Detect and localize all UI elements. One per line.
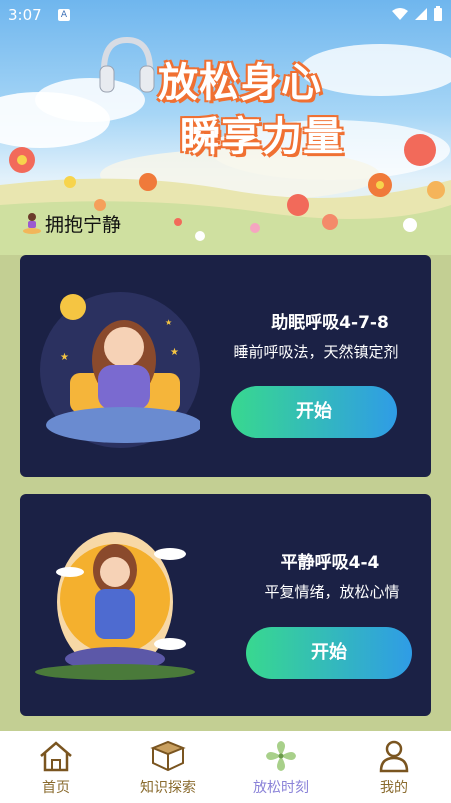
- wifi-icon: [392, 8, 408, 20]
- tab-knowledge[interactable]: 知识探索: [112, 731, 224, 803]
- tab-label: 放松时刻: [253, 780, 309, 796]
- section-header: 拥抱宁静: [22, 210, 121, 237]
- pinwheel-icon: [266, 741, 296, 771]
- book-icon: [150, 740, 186, 772]
- start-button[interactable]: 开始: [231, 386, 397, 438]
- card-subtitle: 平复情绪，放松心情: [264, 583, 400, 601]
- card-title: 平静呼吸4-4: [280, 553, 380, 573]
- breathing-card-478: ★ ★ ★ 助眠呼吸4-7-8 睡前呼吸法，天然镇定剂 开始: [20, 255, 431, 477]
- status-bar: 3:07 A: [0, 0, 451, 30]
- card-title: 助眠呼吸4-7-8: [271, 313, 389, 333]
- card-subtitle: 睡前呼吸法，天然镇定剂: [233, 343, 399, 361]
- sleeping-girl-illustration: ★ ★ ★: [40, 292, 200, 448]
- headphones-icon: [99, 36, 155, 93]
- section-label: 拥抱宁静: [45, 214, 122, 236]
- breathing-card-44: 平静呼吸4-4 平复情绪，放松心情 开始: [20, 494, 431, 716]
- start-button[interactable]: 开始: [246, 627, 412, 679]
- signal-icon: [415, 8, 427, 20]
- tab-label: 首页: [42, 780, 70, 796]
- tab-label: 我的: [380, 780, 408, 796]
- status-icons: [391, 6, 443, 22]
- tab-profile[interactable]: 我的: [338, 731, 450, 803]
- svg-text:★: ★: [60, 352, 69, 363]
- hero-title-line1: 放松身心: [158, 60, 322, 106]
- bottom-tab-bar: 首页 知识探索 放松时刻 我的: [0, 731, 451, 803]
- status-time: 3:07: [8, 6, 42, 24]
- notification-a-icon: A: [58, 9, 70, 21]
- tab-relax[interactable]: 放松时刻: [225, 731, 337, 803]
- meditating-person-icon: [23, 212, 41, 234]
- hero-title-line2: 瞬享力量: [180, 114, 344, 160]
- battery-icon: [434, 6, 442, 21]
- hero-banner: 3:07 A 放松身心 瞬享力量 拥抱宁静: [0, 0, 451, 255]
- tab-home[interactable]: 首页: [0, 731, 112, 803]
- svg-text:★: ★: [170, 347, 179, 358]
- home-icon: [40, 741, 72, 772]
- meditating-girl-illustration: [35, 532, 195, 680]
- tab-label: 知识探索: [140, 780, 196, 796]
- profile-icon: [379, 740, 409, 773]
- svg-text:★: ★: [165, 318, 172, 327]
